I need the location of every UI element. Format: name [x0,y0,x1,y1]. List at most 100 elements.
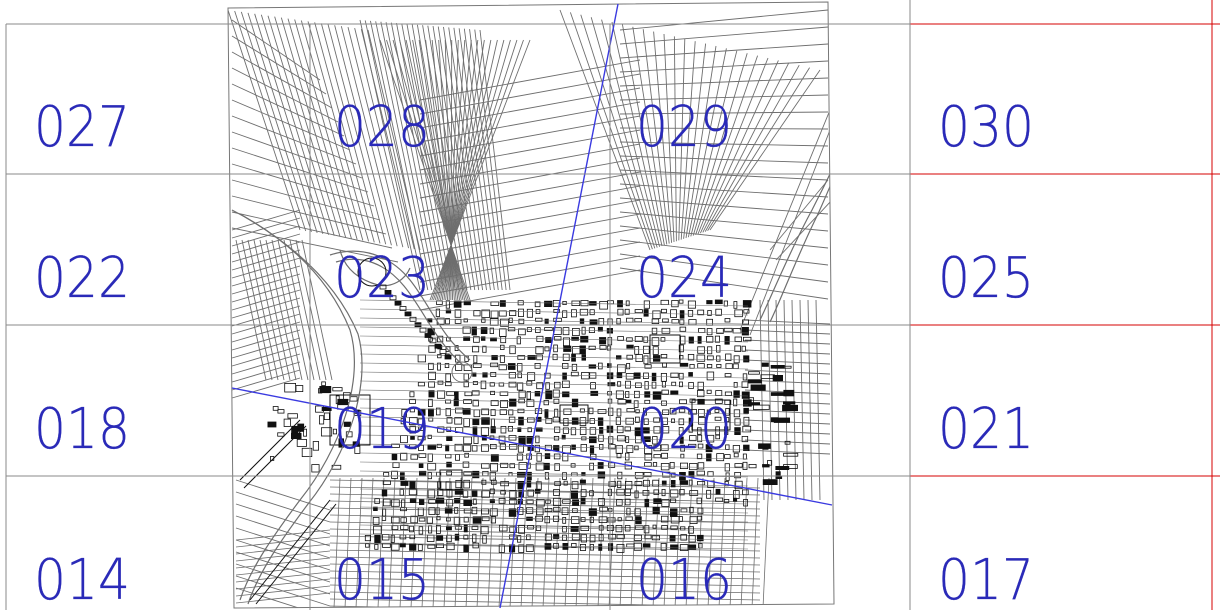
building-footprint [732,445,741,453]
building-footprint [741,391,750,399]
building-footprint [455,453,460,461]
street-line [815,299,821,501]
building-footprint [500,335,507,344]
building-footprint [553,497,562,507]
building-footprint [409,316,417,322]
sheet-label[interactable]: 024 [636,246,732,311]
building-footprint [535,427,543,432]
building-footprint [562,372,567,380]
building-footprint [572,327,580,336]
building-footprint [680,335,686,345]
sheet-label[interactable]: 017 [938,548,1034,613]
building-footprint [642,543,651,548]
building-footprint [625,380,631,389]
sheet-label[interactable]: 018 [34,397,130,462]
street-line [807,299,813,501]
building-footprint [773,417,791,423]
building-footprint [734,418,741,426]
sheet-label[interactable]: 019 [334,397,430,462]
sheet-label[interactable]: 027 [34,95,130,160]
street-line [474,29,507,291]
street-line [231,99,351,151]
building-footprint [624,525,631,532]
building-footprint [643,336,649,343]
building-footprint [424,333,432,338]
building-footprint [409,525,414,533]
sheet-label[interactable]: 029 [636,95,732,160]
building-footprint [598,525,604,531]
building-footprint [545,417,553,424]
building-footprint [390,499,400,507]
building-footprint [508,443,518,450]
street-line [479,29,511,291]
building-footprint [743,355,750,363]
building-footprint [733,452,739,458]
building-footprint [716,355,721,362]
building-footprint [758,443,771,449]
building-footprint [616,372,623,379]
building-footprint [536,507,544,516]
building-footprint [480,463,490,469]
street-line [744,439,831,445]
building-footprint [572,499,579,506]
building-footprint [697,336,702,344]
building-footprint [661,525,668,530]
building-footprint [783,389,795,397]
building-footprint [589,436,597,444]
building-footprint [734,463,743,468]
building-footprint [536,354,543,361]
building-footprint [753,404,770,410]
building-footprint [761,362,769,367]
building-footprint [734,309,743,318]
building-footprint [446,461,452,468]
building-footprint [689,363,695,369]
sheet-label[interactable]: 016 [636,548,732,613]
sheet-label[interactable]: 028 [334,95,430,160]
sheet-label[interactable]: 022 [34,246,130,311]
building-footprint [679,319,685,325]
sheet-label[interactable]: 025 [938,246,1034,311]
building-footprint [518,524,525,534]
street-line [619,43,829,59]
building-footprint [671,319,680,324]
sheet-label[interactable]: 014 [34,548,130,613]
building-footprint [277,432,285,437]
street-line [231,353,301,375]
building-footprint [750,384,766,391]
building-footprint [615,525,623,533]
building-footprint [545,337,552,343]
building-footprint [724,335,730,345]
building-footprint [616,499,623,506]
sheet-label[interactable]: 021 [938,397,1034,462]
building-footprint [579,318,585,324]
building-footprint [472,363,482,368]
building-footprint [295,385,304,392]
building-footprint [589,427,597,435]
building-footprint [634,345,640,355]
street-line [295,239,327,381]
sheet-label[interactable]: 020 [636,397,732,462]
building-footprint [598,434,604,442]
map-canvas[interactable]: 027 028 029 030 022 023 024 025 018 019 020 021 014 0… [0,0,1220,613]
building-footprint [472,418,480,426]
building-footprint [518,544,525,553]
building-footprint [589,309,595,316]
building-footprint [563,408,572,415]
building-footprint [679,310,685,319]
building-footprint [472,470,480,479]
building-footprint [617,381,622,387]
building-footprint [733,301,738,309]
building-footprint [498,310,507,317]
building-footprint [445,453,452,459]
sheet-label[interactable]: 023 [334,246,430,311]
building-footprint [625,452,630,461]
building-footprint [536,452,542,462]
street-line [469,29,503,291]
street-line [769,179,829,251]
building-footprint [296,438,307,447]
building-footprint [464,391,473,397]
building-footprint [534,444,540,453]
street-line [301,239,333,381]
sheet-label[interactable]: 030 [938,95,1034,160]
sheet-label[interactable]: 015 [334,548,430,613]
